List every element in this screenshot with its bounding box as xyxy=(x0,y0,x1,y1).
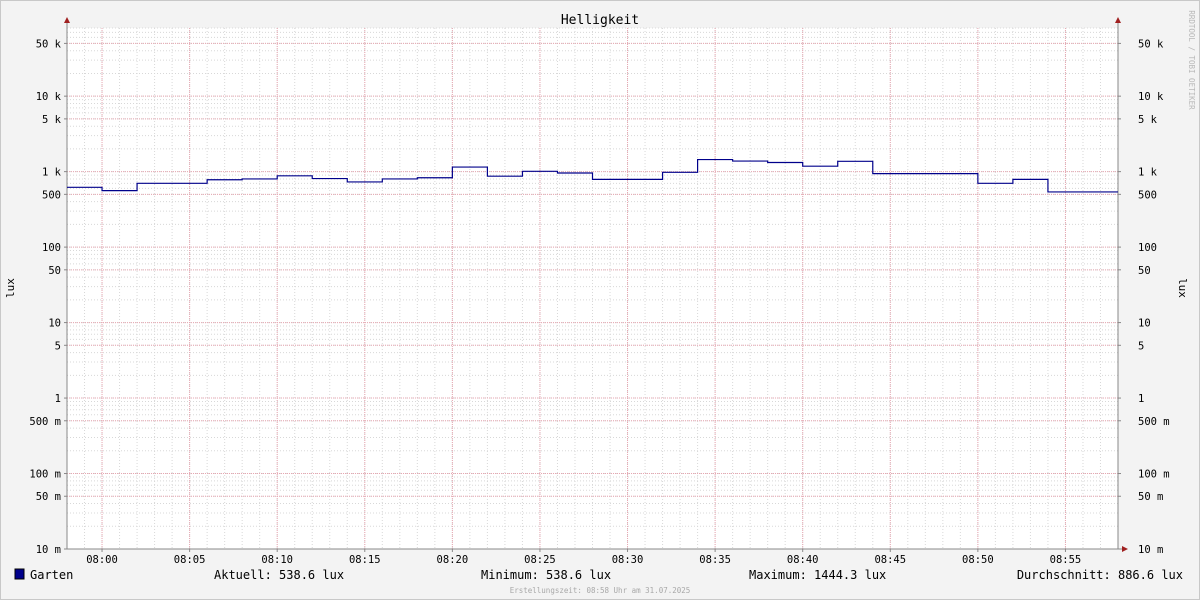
y-tick-label-right: 1 k xyxy=(1138,167,1158,179)
x-tick-label: 08:35 xyxy=(699,554,731,566)
y-tick-label-left: 50 xyxy=(48,265,61,277)
y-tick-label-left: 1 k xyxy=(42,167,62,179)
y-tick-label-left: 100 xyxy=(42,242,61,254)
x-tick-label: 08:00 xyxy=(86,554,118,566)
legend-series-name: Garten xyxy=(30,568,73,582)
legend-swatch xyxy=(14,568,25,580)
y-tick-label-right: 10 m xyxy=(1138,544,1163,556)
x-ticks: 08:00 08:05 08:10 08:15 08:20 08:25 08:30 08:35… xyxy=(86,549,1081,566)
y-tick-label-left: 1 xyxy=(55,393,61,405)
x-tick-label: 08:45 xyxy=(874,554,906,566)
y-tick-label-left: 50 m xyxy=(36,491,61,503)
y-ticks-right: 50 k 10 k 5 k 1 k 500 100 50 10 5 1 500 m 100 m 50 m… xyxy=(1118,38,1170,556)
creation-time: Erstellungszeit: 08:58 Uhr am 31.07.2025 xyxy=(510,586,691,595)
y-tick-label-left: 5 xyxy=(55,340,61,352)
y-tick-label-right: 50 xyxy=(1138,265,1151,277)
y-tick-label-right: 500 xyxy=(1138,189,1157,201)
y-axis-right-arrow xyxy=(1115,17,1121,23)
y-tick-label-left: 500 m xyxy=(29,416,61,428)
y-tick-label-right: 10 xyxy=(1138,318,1151,330)
x-tick-label: 08:05 xyxy=(174,554,206,566)
chart-title: Helligkeit xyxy=(561,13,639,28)
y-tick-label-left: 10 k xyxy=(36,91,62,103)
x-tick-label: 08:25 xyxy=(524,554,556,566)
x-tick-label: 08:15 xyxy=(349,554,381,566)
y-tick-label-right: 1 xyxy=(1138,393,1144,405)
legend-maximum: Maximum: 1444.3 lux xyxy=(749,568,886,582)
legend-average: Durchschnitt: 886.6 lux xyxy=(1017,568,1183,582)
y-tick-label-left: 500 xyxy=(42,189,61,201)
brightness-chart: 50 k 10 k 5 k 1 k 500 100 50 10 5 1 500 m 100 m 50 m… xyxy=(4,10,1196,595)
y-tick-label-left: 5 k xyxy=(42,114,62,126)
y-axis-left-arrow xyxy=(64,17,70,23)
watermark: RRDTOOL / TOBI OETIKER xyxy=(1187,10,1196,110)
y-tick-label-right: 5 k xyxy=(1138,114,1158,126)
y-tick-label-right: 100 xyxy=(1138,242,1157,254)
x-tick-label: 08:55 xyxy=(1050,554,1082,566)
y-ticks-left: 50 k 10 k 5 k 1 k 500 100 50 10 5 1 500 m 100 m 50 m… xyxy=(29,38,67,556)
y-tick-label-left: 10 xyxy=(48,318,61,330)
y-tick-label-left: 10 m xyxy=(36,544,61,556)
y-tick-label-right: 10 k xyxy=(1138,91,1164,103)
y-tick-label-right: 5 xyxy=(1138,340,1144,352)
x-tick-label: 08:20 xyxy=(437,554,469,566)
x-tick-label: 08:50 xyxy=(962,554,994,566)
y-tick-label-right: 50 m xyxy=(1138,491,1163,503)
legend-minimum: Minimum: 538.6 lux xyxy=(481,568,611,582)
y-axis-label-left: lux xyxy=(4,278,17,298)
y-tick-label-left: 50 k xyxy=(36,38,62,50)
y-tick-label-left: 100 m xyxy=(29,469,61,481)
x-tick-label: 08:40 xyxy=(787,554,819,566)
legend-current: Aktuell: 538.6 lux xyxy=(214,568,344,582)
y-tick-label-right: 50 k xyxy=(1138,38,1164,50)
y-tick-label-right: 500 m xyxy=(1138,416,1170,428)
y-axis-label-right: lux xyxy=(1176,278,1189,298)
y-tick-label-right: 100 m xyxy=(1138,469,1170,481)
x-tick-label: 08:30 xyxy=(612,554,644,566)
chart-window: 50 k 10 k 5 k 1 k 500 100 50 10 5 1 500 m 100 m 50 m… xyxy=(0,0,1200,600)
x-tick-label: 08:10 xyxy=(261,554,293,566)
x-axis-arrow xyxy=(1122,546,1128,552)
